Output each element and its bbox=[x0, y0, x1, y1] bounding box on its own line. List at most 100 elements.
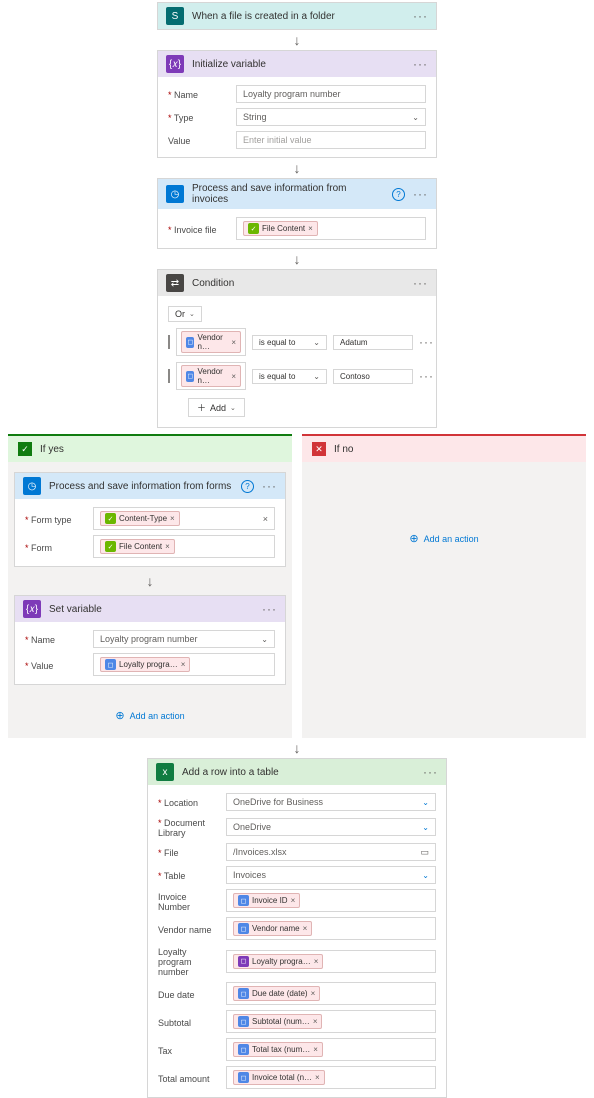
help-icon[interactable]: ? bbox=[241, 480, 254, 493]
more-icon[interactable]: ··· bbox=[413, 57, 428, 71]
ai-builder-icon: ◷ bbox=[166, 185, 184, 203]
if-no-label: If no bbox=[334, 444, 353, 455]
more-icon[interactable]: ··· bbox=[419, 335, 434, 349]
more-icon[interactable]: ··· bbox=[419, 369, 434, 383]
var-name-select[interactable]: Loyalty program number⌄ bbox=[93, 630, 275, 648]
field-label: Table bbox=[158, 869, 218, 881]
loyalty-token[interactable]: ◻Loyalty progra…× bbox=[100, 657, 190, 672]
mapping-input[interactable]: ◻Vendor name× bbox=[226, 917, 436, 940]
location-select[interactable]: OneDrive for Business⌄ bbox=[226, 793, 436, 811]
table-select[interactable]: Invoices⌄ bbox=[226, 866, 436, 884]
mapping-row: Total amount ◻Invoice total (n…× bbox=[158, 1066, 436, 1089]
checkbox[interactable] bbox=[168, 335, 170, 349]
process-invoices-card[interactable]: ◷ Process and save information from invo… bbox=[157, 178, 437, 249]
process-inv-title: Process and save information from invoic… bbox=[192, 183, 384, 205]
field-label: Location bbox=[158, 796, 218, 808]
name-input[interactable]: Loyalty program number bbox=[236, 85, 426, 103]
trigger-title: When a file is created in a folder bbox=[192, 11, 405, 22]
field-label: Value bbox=[25, 659, 85, 671]
mapping-input[interactable]: ◻Total tax (num…× bbox=[226, 1038, 436, 1061]
field-label: Invoice Number bbox=[158, 890, 218, 912]
condition-row: ◻Vendor n…×is equal to⌄Contoso··· bbox=[168, 362, 426, 390]
value-input[interactable]: Adatum bbox=[333, 335, 413, 350]
file-content-token[interactable]: ✓File Content× bbox=[100, 539, 175, 554]
checkbox[interactable] bbox=[168, 369, 170, 383]
field-label: Total amount bbox=[158, 1072, 218, 1084]
set-variable-card[interactable]: {𝑥} Set variable ··· Name Loyalty progra… bbox=[14, 595, 286, 685]
arrow-down-icon: ↓ bbox=[294, 160, 301, 176]
value-input[interactable]: Contoso bbox=[333, 369, 413, 384]
logic-selector[interactable]: Or⌄ bbox=[168, 306, 202, 322]
ai-builder-icon: ◷ bbox=[23, 477, 41, 495]
field-label: Due date bbox=[158, 988, 218, 1000]
if-yes-label: If yes bbox=[40, 444, 64, 455]
mapping-input[interactable]: ◻Invoice total (n…× bbox=[226, 1066, 436, 1089]
doclib-select[interactable]: OneDrive⌄ bbox=[226, 818, 436, 836]
dynamic-token[interactable]: ◻Total tax (num…× bbox=[233, 1042, 323, 1057]
field-label: Subtotal bbox=[158, 1016, 218, 1028]
operator-select[interactable]: is equal to⌄ bbox=[252, 335, 327, 350]
field-label: Name bbox=[168, 88, 228, 100]
var-value-input[interactable]: ◻Loyalty progra…× bbox=[93, 653, 275, 676]
file-picker[interactable]: /Invoices.xlsx▭ bbox=[226, 843, 436, 861]
dynamic-token[interactable]: ◻Invoice total (n…× bbox=[233, 1070, 325, 1085]
excel-title: Add a row into a table bbox=[182, 767, 415, 778]
operand-input[interactable]: ◻Vendor n…× bbox=[176, 362, 246, 390]
process-forms-title: Process and save information from forms bbox=[49, 481, 233, 492]
more-icon[interactable]: ··· bbox=[423, 765, 438, 779]
mapping-input[interactable]: ◻Due date (date)× bbox=[226, 982, 436, 1005]
field-label: Vendor name bbox=[158, 923, 218, 935]
add-action-button[interactable]: ⊕Add an action bbox=[115, 709, 184, 722]
clear-icon[interactable]: × bbox=[263, 514, 268, 524]
dynamic-token[interactable]: ◻Invoice ID× bbox=[233, 893, 300, 908]
dynamic-token[interactable]: ◻Vendor name× bbox=[233, 921, 312, 936]
more-icon[interactable]: ··· bbox=[262, 479, 277, 493]
mapping-input[interactable]: ◻Invoice ID× bbox=[226, 889, 436, 912]
content-type-token[interactable]: ✓Content-Type× bbox=[100, 511, 180, 526]
mapping-row: Subtotal ◻Subtotal (num…× bbox=[158, 1010, 436, 1033]
mapping-input[interactable]: ◻Loyalty progra…× bbox=[226, 950, 436, 973]
file-content-token[interactable]: ✓File Content× bbox=[243, 221, 318, 236]
mapping-row: Due date ◻Due date (date)× bbox=[158, 982, 436, 1005]
more-icon[interactable]: ··· bbox=[413, 187, 428, 201]
add-action-button[interactable]: ⊕Add an action bbox=[302, 532, 586, 545]
initialize-variable-card[interactable]: {𝑥} Initialize variable ··· Name Loyalty… bbox=[157, 50, 437, 158]
dynamic-token[interactable]: ◻Due date (date)× bbox=[233, 986, 320, 1001]
field-label: Document Library bbox=[158, 816, 218, 838]
condition-row: ◻Vendor n…×is equal to⌄Adatum··· bbox=[168, 328, 426, 356]
condition-title: Condition bbox=[192, 278, 405, 289]
operator-select[interactable]: is equal to⌄ bbox=[252, 369, 327, 384]
add-action-icon: ⊕ bbox=[115, 709, 124, 722]
trigger-card[interactable]: S When a file is created in a folder ··· bbox=[157, 2, 437, 30]
invoice-file-input[interactable]: ✓File Content× bbox=[236, 217, 426, 240]
process-forms-card[interactable]: ◷ Process and save information from form… bbox=[14, 472, 286, 567]
form-input[interactable]: ✓File Content× bbox=[93, 535, 275, 558]
more-icon[interactable]: ··· bbox=[413, 276, 428, 290]
mapping-input[interactable]: ◻Subtotal (num…× bbox=[226, 1010, 436, 1033]
add-condition-button[interactable]: ＋Add⌄ bbox=[188, 398, 245, 417]
field-label: Tax bbox=[158, 1044, 218, 1056]
folder-icon[interactable]: ▭ bbox=[420, 847, 429, 858]
dynamic-token[interactable]: ◻Subtotal (num…× bbox=[233, 1014, 322, 1029]
type-select[interactable]: String⌄ bbox=[236, 108, 426, 126]
mapping-row: Loyalty program number ◻Loyalty progra…× bbox=[158, 945, 436, 977]
field-label: Type bbox=[168, 111, 228, 123]
more-icon[interactable]: ··· bbox=[413, 9, 428, 23]
field-label: Loyalty program number bbox=[158, 945, 218, 977]
more-icon[interactable]: ··· bbox=[262, 602, 277, 616]
arrow-down-icon: ↓ bbox=[147, 573, 154, 589]
help-icon[interactable]: ? bbox=[392, 188, 405, 201]
dynamic-token[interactable]: ◻Loyalty progra…× bbox=[233, 954, 323, 969]
condition-card[interactable]: ⇄ Condition ··· Or⌄ ◻Vendor n…× is equal … bbox=[157, 269, 437, 428]
excel-add-row-card[interactable]: x Add a row into a table ··· LocationOne… bbox=[147, 758, 447, 1098]
field-label: Name bbox=[25, 633, 85, 645]
mapping-row: Vendor name ◻Vendor name× bbox=[158, 917, 436, 940]
operand-input[interactable]: ◻Vendor n…× bbox=[176, 328, 246, 356]
form-type-input[interactable]: ✓Content-Type× × bbox=[93, 507, 275, 530]
arrow-down-icon: ↓ bbox=[294, 251, 301, 267]
arrow-down-icon: ↓ bbox=[294, 32, 301, 48]
x-icon: ✕ bbox=[312, 442, 326, 456]
condition-icon: ⇄ bbox=[166, 274, 184, 292]
value-input[interactable]: Enter initial value bbox=[236, 131, 426, 149]
init-var-title: Initialize variable bbox=[192, 59, 405, 70]
